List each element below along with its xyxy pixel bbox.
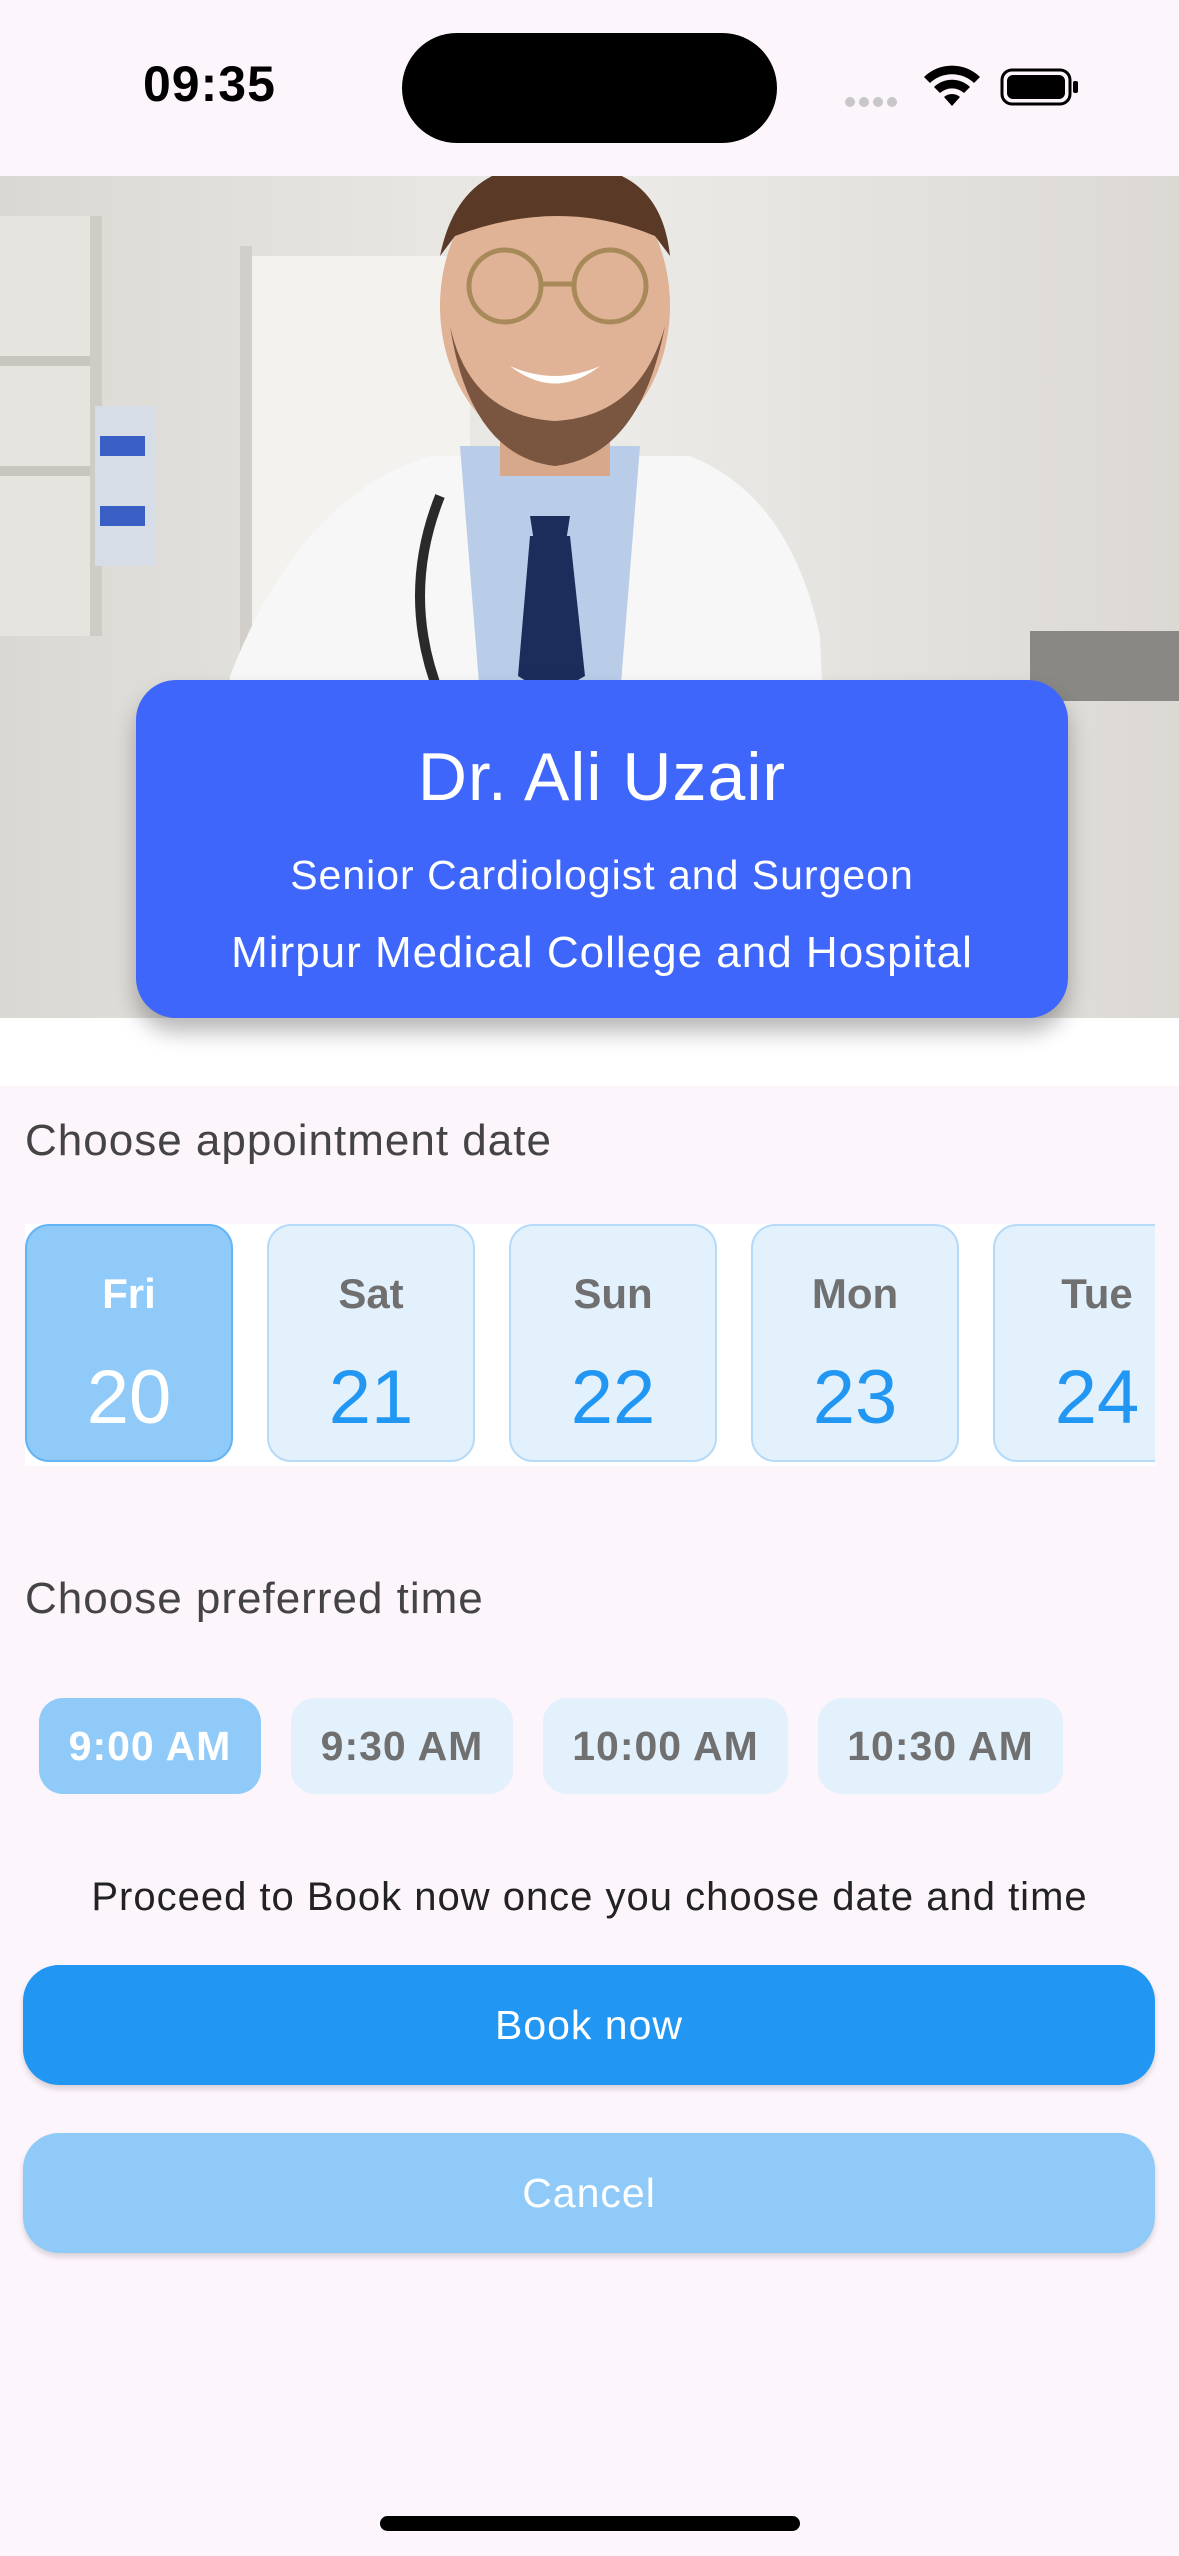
doctor-title: Senior Cardiologist and Surgeon [290,852,914,898]
time-slot-900[interactable]: 9:00 AM [39,1698,261,1794]
time-slot-930[interactable]: 9:30 AM [291,1698,513,1794]
signal-icon [845,94,901,112]
cancel-button[interactable]: Cancel [23,2133,1155,2253]
time-section-label: Choose preferred time [25,1574,484,1623]
card-background [0,1018,1179,1086]
date-number: 22 [570,1355,656,1440]
home-indicator[interactable] [380,2516,800,2531]
date-day: Sun [573,1270,653,1317]
time-slot-1030[interactable]: 10:30 AM [818,1698,1063,1794]
dynamic-island [402,33,777,143]
doctor-hospital: Mirpur Medical College and Hospital [231,928,973,977]
doctor-info-card: Dr. Ali Uzair Senior Cardiologist and Su… [136,680,1068,1018]
date-tile-sun-22[interactable]: Sun 22 [509,1224,717,1462]
time-slot-1000[interactable]: 10:00 AM [543,1698,788,1794]
status-bar: 09:35 [0,0,1179,176]
book-now-button[interactable]: Book now [23,1965,1155,2085]
date-day: Tue [1061,1270,1133,1317]
status-time: 09:35 [143,56,276,112]
date-picker[interactable]: Fri 20 Sat 21 Sun 22 Mon 23 Tue 24 [25,1224,1155,1466]
date-tile-sat-21[interactable]: Sat 21 [267,1224,475,1462]
date-section-label: Choose appointment date [25,1116,552,1165]
wifi-icon [924,65,980,106]
date-day: Sat [338,1270,404,1317]
doctor-name: Dr. Ali Uzair [417,739,787,815]
date-tile-tue-24[interactable]: Tue 24 [993,1224,1155,1462]
date-number: 24 [1054,1355,1140,1440]
booking-hint: Proceed to Book now once you choose date… [91,1875,1088,1919]
date-number: 23 [812,1355,898,1440]
date-day: Fri [102,1270,156,1317]
date-day: Mon [811,1270,899,1317]
battery-icon [1000,68,1078,106]
date-number: 20 [86,1355,172,1440]
date-tile-fri-20[interactable]: Fri 20 [25,1224,233,1462]
date-tile-mon-23[interactable]: Mon 23 [751,1224,959,1462]
date-number: 21 [328,1355,414,1440]
